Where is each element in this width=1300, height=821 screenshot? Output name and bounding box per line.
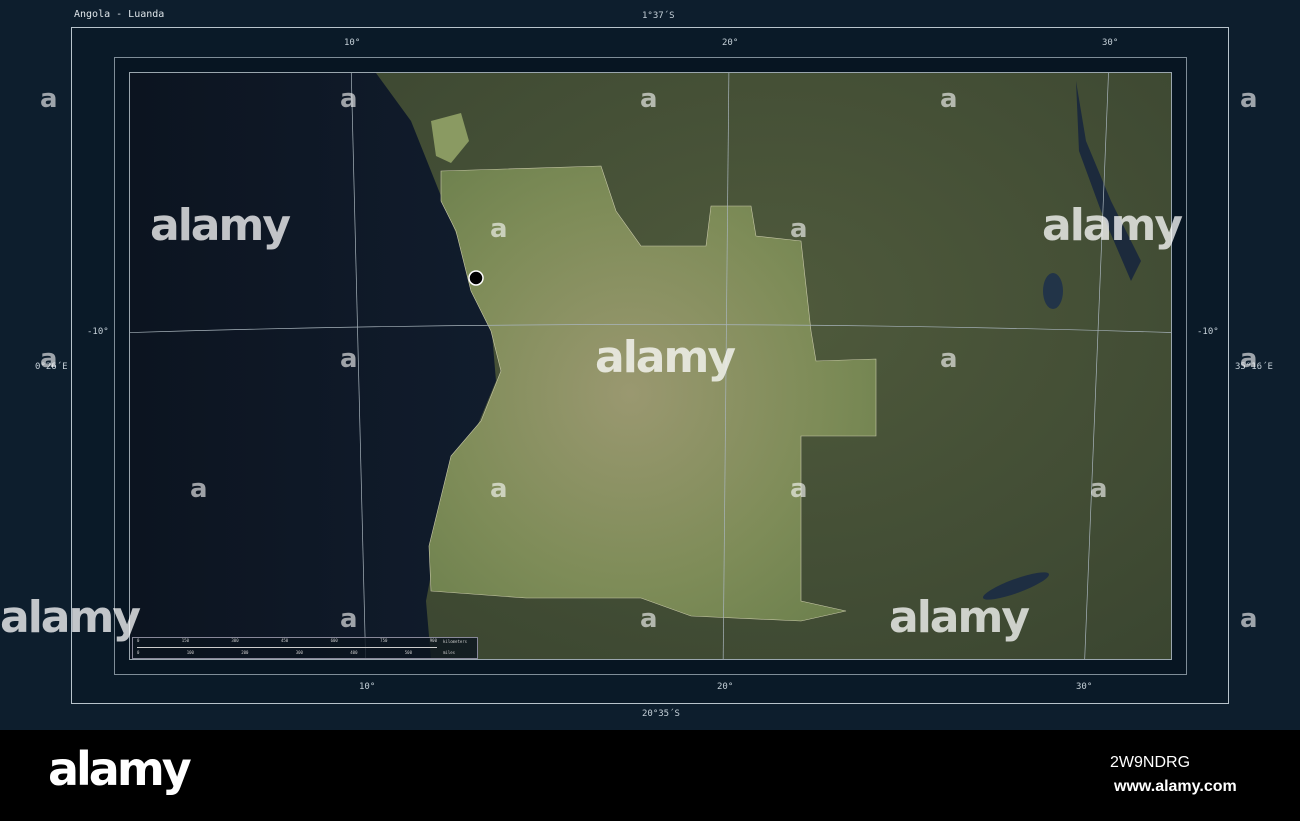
lake-mweru [1043,273,1063,309]
watermark-small: a [1240,344,1258,374]
watermark-small: a [40,84,58,114]
mi-tick: 0 [137,650,140,655]
map-title: Angola - Luanda [74,9,165,20]
watermark-small: a [640,84,658,114]
mi-tick: 500 [404,650,412,655]
km-tick: 150 [181,638,190,643]
alamy-url[interactable]: www.alamy.com [1114,778,1237,796]
km-tick: 300 [231,638,239,643]
km-unit: kilometers [443,639,468,644]
mi-tick: 100 [186,650,194,655]
lat-label-left: -10° [87,327,109,337]
watermark-small: a [190,474,208,504]
km-tick: 600 [330,638,338,643]
lon-label-top-20: 20° [722,38,739,48]
watermark-small: a [790,214,808,244]
km-tick: 900 [429,638,437,643]
mi-tick: 300 [295,650,303,655]
watermark-small: a [640,604,658,634]
luanda-marker[interactable] [468,270,484,286]
lon-label-bottom-10: 10° [359,682,376,692]
watermark-small: a [490,474,508,504]
mi-tick: 200 [241,650,249,655]
lon-label-bottom-30: 30° [1076,682,1093,692]
watermark-small: a [40,344,58,374]
mi-unit: miles [443,650,456,655]
lon-label-top-10: 10° [344,38,361,48]
image-id: 2W9NDRG [1110,754,1191,771]
lat-label-right: -10° [1197,327,1219,337]
top-coordinate: 1°37´S [642,11,675,21]
watermark-small: a [790,474,808,504]
lon-label-top-30: 30° [1102,38,1119,48]
watermark-small: a [340,344,358,374]
watermark-small: a [490,214,508,244]
km-tick: 750 [380,638,388,643]
lon-label-bottom-20: 20° [717,682,734,692]
watermark: alamy [150,200,291,251]
watermark: alamy [889,592,1030,643]
watermark-small: a [340,84,358,114]
watermark-small: a [940,344,958,374]
footer-bar: alamy 2W9NDRG www.alamy.com [0,730,1300,821]
watermark-small: a [940,84,958,114]
scale-bar: 0 150 300 450 600 750 900 0 100 200 300 400 500 kil… [132,637,478,659]
watermark-small: a [1240,604,1258,634]
watermark: alamy [0,592,141,643]
watermark-small: a [1240,84,1258,114]
watermark-small: a [1090,474,1108,504]
watermark: alamy [595,332,736,383]
bottom-coordinate: 20°35´S [642,709,680,719]
alamy-logo: alamy [48,742,192,796]
watermark-small: a [340,604,358,634]
scale-line [137,647,437,648]
km-tick: 450 [280,638,289,643]
watermark: alamy [1042,200,1183,251]
mi-tick: 400 [350,650,358,655]
